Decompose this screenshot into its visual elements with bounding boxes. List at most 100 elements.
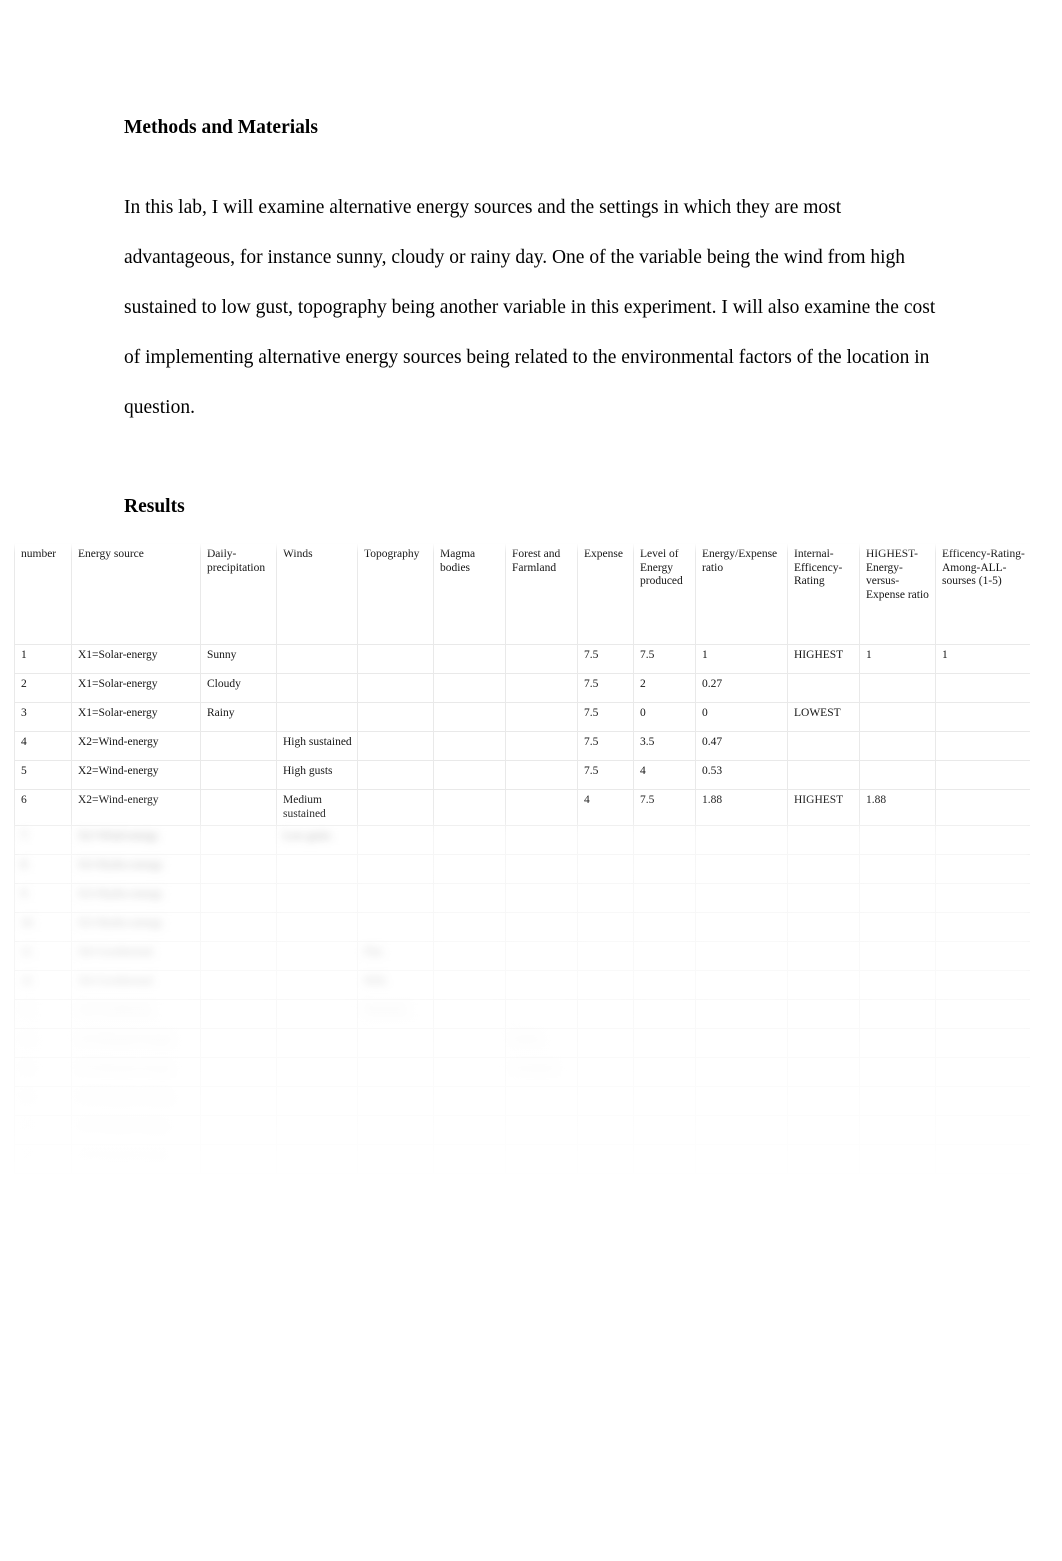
table-cell — [695, 1144, 788, 1174]
table-cell — [505, 673, 578, 703]
table-cell — [505, 883, 578, 913]
table-cell — [505, 702, 578, 732]
table-cell: 18 — [14, 1144, 72, 1174]
table-cell — [433, 825, 506, 855]
table-cell: 4 — [577, 789, 634, 826]
column-header-internal-efficency-rating: Internal-Efficency-Rating — [787, 543, 860, 645]
column-header-efficency-rating-among-all-sourses: Efficency-Rating-Among-ALL-sourses (1-5) — [935, 543, 1030, 645]
table-cell — [633, 1144, 696, 1174]
results-table: number Energy source Daily-precipitation… — [14, 543, 1030, 1174]
table-cell — [276, 1115, 358, 1145]
table-cell — [859, 1057, 936, 1087]
table-cell — [357, 644, 434, 674]
table-cell — [357, 702, 434, 732]
table-cell — [433, 912, 506, 942]
table-cell: Farmland — [505, 1057, 578, 1087]
table-cell — [577, 1086, 634, 1116]
table-cell — [433, 644, 506, 674]
table-cell — [859, 825, 936, 855]
column-header-expense: Expense — [577, 543, 634, 645]
table-cell: 0.27 — [695, 673, 788, 703]
table-cell: X1=Solar-energy — [71, 673, 201, 703]
table-cell: X3=Hydro-energy — [71, 854, 201, 884]
table-cell — [200, 912, 277, 942]
table-cell: LOWEST — [787, 702, 860, 732]
table-cell — [695, 883, 788, 913]
table-cell — [577, 1115, 634, 1145]
table-header-row: number Energy source Daily-precipitation… — [14, 543, 1030, 645]
table-cell: X2=Wind-energy — [71, 760, 201, 790]
table-cell: X1=Solar-energy — [71, 644, 201, 674]
table-cell — [577, 1144, 634, 1174]
table-cell — [695, 854, 788, 884]
table-cell — [505, 1086, 578, 1116]
table-cell — [357, 731, 434, 761]
table-cell — [859, 1144, 936, 1174]
table-row-obscured: 13 X4=Geothermal Mountain — [14, 999, 1030, 1029]
table-cell — [577, 825, 634, 855]
table-cell — [433, 789, 506, 826]
table-cell: 4 — [14, 731, 72, 761]
table-cell — [633, 883, 696, 913]
table-cell — [276, 673, 358, 703]
table-cell: 1 — [14, 644, 72, 674]
table-cell — [276, 941, 358, 971]
table-cell — [859, 1086, 936, 1116]
table-cell — [357, 883, 434, 913]
table-cell: Medium sustained — [276, 789, 358, 826]
table-cell: 8 — [14, 854, 72, 884]
table-cell — [433, 1028, 506, 1058]
table-cell — [433, 1057, 506, 1087]
table-cell: Low gusts — [276, 825, 358, 855]
table-cell — [633, 999, 696, 1029]
table-row-obscured: 8 X3=Hydro-energy — [14, 854, 1030, 884]
table-cell — [276, 644, 358, 674]
column-header-highest-energy-versus-expense-ratio: HIGHEST-Energy-versus-Expense ratio — [859, 543, 936, 645]
table-cell — [787, 854, 860, 884]
table-cell — [276, 999, 358, 1029]
table-cell — [433, 883, 506, 913]
column-header-winds: Winds — [276, 543, 358, 645]
table-cell: Sunny — [200, 644, 277, 674]
table-cell — [505, 789, 578, 826]
table-cell — [200, 1115, 277, 1145]
table-cell — [935, 1144, 1030, 1174]
table-cell — [633, 1028, 696, 1058]
table-cell — [357, 760, 434, 790]
column-header-level-of-energy-produced: Level of Energy produced — [633, 543, 696, 645]
table-cell: 17 — [14, 1115, 72, 1145]
table-cell: X4=Geothermal — [71, 999, 201, 1029]
table-cell: 9 — [14, 883, 72, 913]
table-cell — [357, 673, 434, 703]
table-cell — [276, 883, 358, 913]
table-cell: X2=Wind-energy — [71, 825, 201, 855]
table-row: 2 X1=Solar-energy Cloudy 7.5 2 0.27 — [14, 673, 1030, 703]
table-cell — [505, 941, 578, 971]
table-cell: 4 — [633, 760, 696, 790]
section-heading-methods: Methods and Materials — [124, 117, 318, 138]
table-cell — [859, 883, 936, 913]
table-cell: 13 — [14, 999, 72, 1029]
table-row-obscured: 15 X5=Biomass-energy Farmland — [14, 1057, 1030, 1087]
table-cell — [433, 999, 506, 1029]
table-cell — [577, 854, 634, 884]
table-cell — [695, 1115, 788, 1145]
table-cell — [505, 912, 578, 942]
table-cell — [935, 789, 1030, 826]
table-cell — [200, 854, 277, 884]
table-cell: 0 — [633, 702, 696, 732]
table-cell: 2 — [14, 673, 72, 703]
table-cell — [276, 1028, 358, 1058]
table-row-obscured: 7 X2=Wind-energy Low gusts — [14, 825, 1030, 855]
table-cell — [577, 883, 634, 913]
table-cell — [505, 825, 578, 855]
table-cell: 2 — [633, 673, 696, 703]
table-cell — [787, 883, 860, 913]
table-cell — [200, 825, 277, 855]
table-cell — [276, 970, 358, 1000]
table-cell — [200, 1144, 277, 1174]
table-cell: 7.5 — [633, 789, 696, 826]
table-cell — [433, 731, 506, 761]
table-cell — [577, 1057, 634, 1087]
